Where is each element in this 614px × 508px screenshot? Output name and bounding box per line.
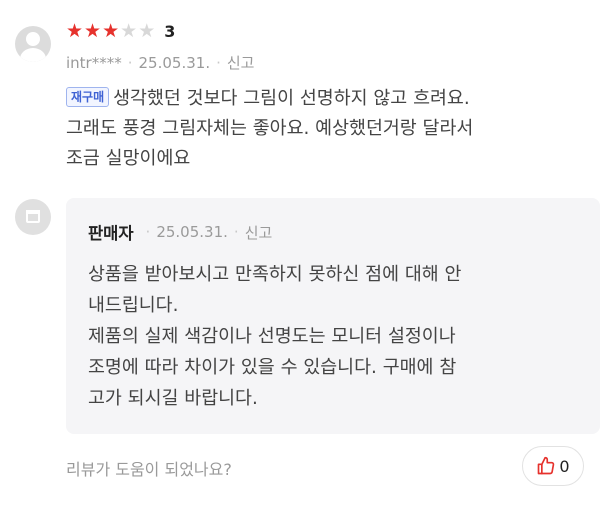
review-line: 그래도 풍경 그림자체는 좋아요. 예상했던거랑 달라서 bbox=[66, 118, 474, 139]
thumbs-up-icon bbox=[538, 456, 555, 475]
reply-text: 상품을 받아보시고 만족하지 못하신 점에 대해 안 내드립니다. 제품의 실제… bbox=[88, 259, 574, 414]
star-icon: ★ bbox=[84, 20, 102, 42]
helpful-question: 리뷰가 도움이 되었나요? bbox=[66, 460, 232, 479]
review-text: 재구매 생각했던 것보다 그림이 선명하지 않고 흐려요. 그래도 풍경 그림자체… bbox=[66, 84, 602, 174]
seller-avatar-icon bbox=[15, 199, 51, 235]
reply-header: 판매자 · 25.05.31. · 신고 bbox=[88, 220, 272, 244]
shop-icon bbox=[26, 210, 40, 223]
reviewer-id: intr**** bbox=[66, 53, 122, 72]
star-icon: ★ bbox=[102, 20, 120, 42]
reply-report-link[interactable]: 신고 bbox=[245, 222, 273, 243]
reply-line: 고가 되시길 바랍니다. bbox=[88, 388, 258, 409]
separator: · bbox=[216, 53, 221, 72]
reply-line: 내드립니다. bbox=[88, 295, 179, 316]
like-button[interactable]: 0 bbox=[522, 446, 584, 486]
reply-author: 판매자 bbox=[88, 224, 134, 243]
review-line: 조금 실망이에요 bbox=[66, 148, 191, 169]
like-count: 0 bbox=[559, 456, 570, 476]
star-icon: ★ bbox=[120, 20, 138, 42]
rating: ★ ★ ★ ★ ★ 3 bbox=[66, 20, 175, 42]
rating-score: 3 bbox=[164, 21, 176, 41]
separator: · bbox=[127, 53, 133, 72]
review-date: 25.05.31. bbox=[138, 53, 211, 72]
reply-line: 상품을 받아보시고 만족하지 못하신 점에 대해 안 bbox=[88, 264, 462, 285]
review-meta: intr**** · 25.05.31. · 신고 bbox=[66, 52, 254, 73]
reply-line: 제품의 실제 색감이나 선명도는 모니터 설정이나 bbox=[88, 326, 456, 347]
star-icon: ★ bbox=[66, 20, 84, 42]
reviewer-avatar-icon bbox=[15, 26, 51, 62]
repurchase-badge: 재구매 bbox=[66, 87, 110, 107]
star-icon: ★ bbox=[138, 20, 156, 42]
separator: · bbox=[145, 223, 151, 241]
seller-reply: 판매자 · 25.05.31. · 신고 상품을 받아보시고 만족하지 못하신 … bbox=[66, 198, 600, 434]
separator: · bbox=[233, 223, 239, 241]
report-link[interactable]: 신고 bbox=[227, 52, 255, 73]
reply-date: 25.05.31. bbox=[156, 223, 228, 241]
reply-line: 조명에 따라 차이가 있을 수 있습니다. 구매에 참 bbox=[88, 357, 457, 378]
review-line: 생각했던 것보다 그림이 선명하지 않고 흐려요. bbox=[113, 88, 470, 109]
